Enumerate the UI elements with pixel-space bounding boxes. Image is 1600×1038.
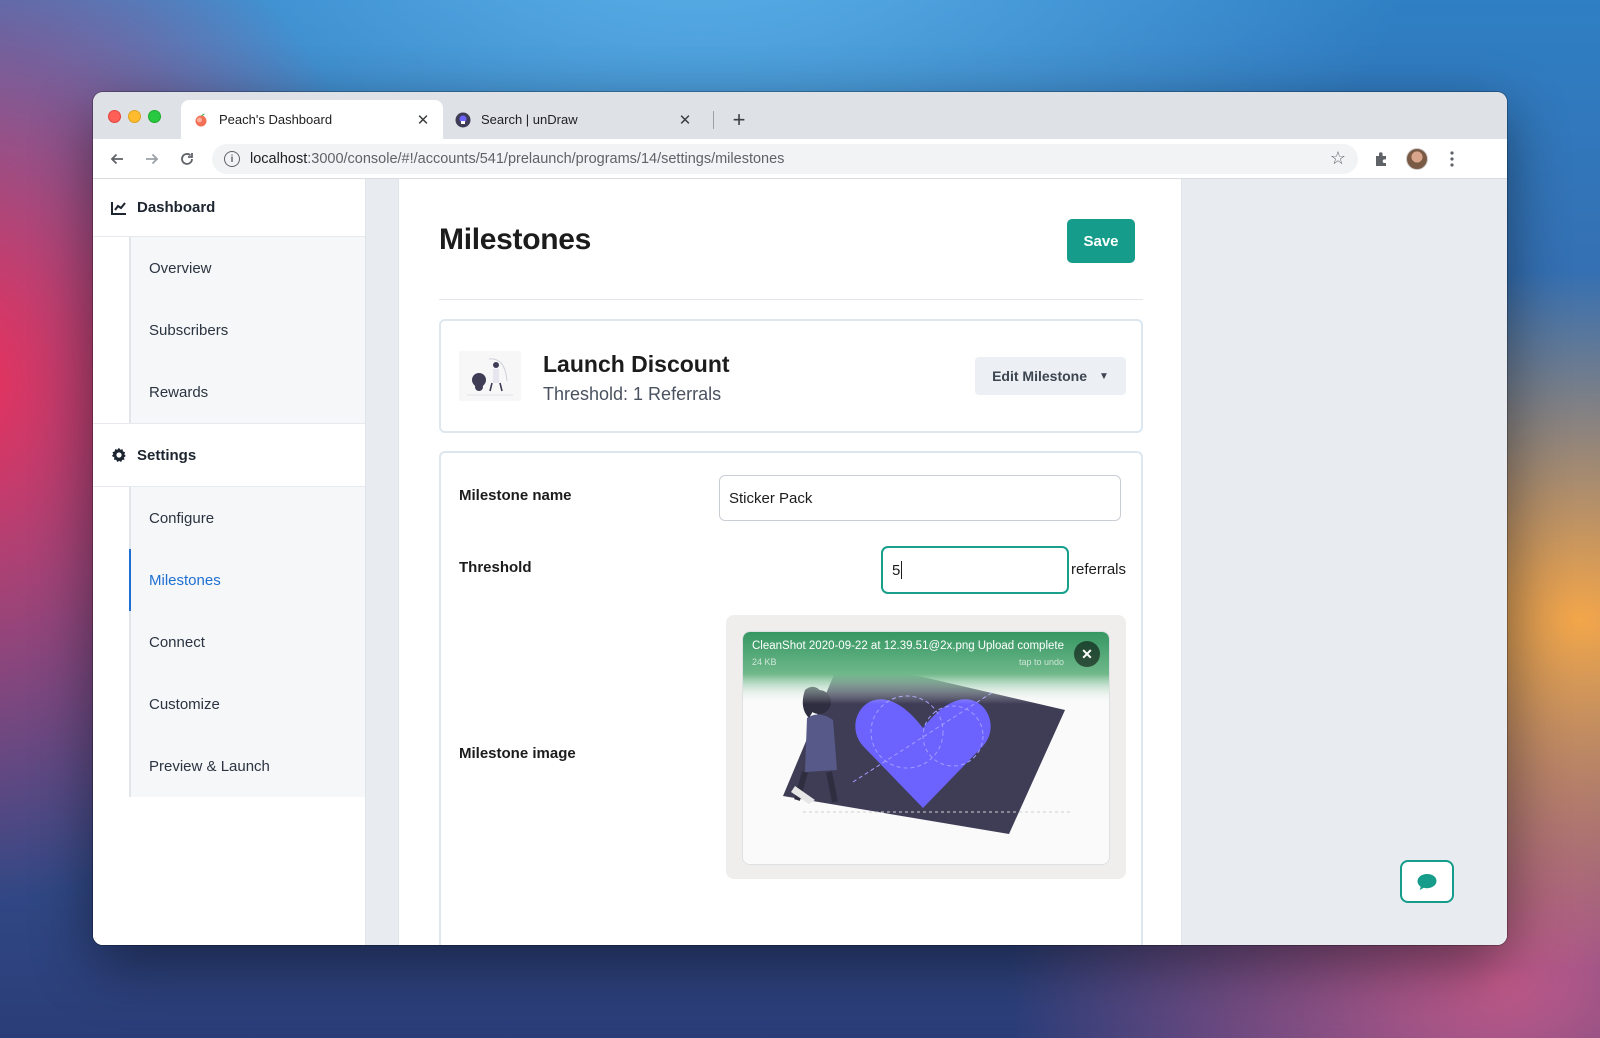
- tab-title: Search | unDraw: [481, 112, 578, 127]
- sidebar-item-label: Milestones: [149, 571, 221, 589]
- reload-button[interactable]: [175, 147, 199, 171]
- edit-milestone-button[interactable]: Edit Milestone ▼: [975, 357, 1126, 395]
- sidebar-item-overview[interactable]: Overview: [131, 237, 365, 299]
- avatar: [1406, 148, 1428, 170]
- sidebar-section-dashboard[interactable]: Dashboard: [93, 179, 365, 237]
- uploaded-file-item: CleanShot 2020-09-22 at 12.39.51@2x.png …: [742, 631, 1110, 865]
- sidebar-item-label: Overview: [149, 259, 212, 277]
- settings-submenu: Configure Milestones Connect Customize P…: [129, 487, 365, 797]
- peach-icon: [193, 112, 209, 128]
- sidebar-item-label: Configure: [149, 509, 215, 527]
- edit-milestone-label: Edit Milestone: [992, 368, 1087, 384]
- milestone-card[interactable]: Launch Discount Threshold: 1 Referrals E…: [439, 319, 1143, 433]
- upload-status: Upload complete: [977, 640, 1064, 652]
- threshold-input[interactable]: 5: [882, 547, 1068, 593]
- info-icon[interactable]: i: [224, 151, 240, 167]
- milestone-name-label: Milestone name: [459, 487, 572, 504]
- sidebar-item-label: Customize: [149, 695, 220, 713]
- sidebar-item-customize[interactable]: Customize: [131, 673, 365, 735]
- upload-filesize: 24 KB: [752, 657, 777, 667]
- milestone-name: Launch Discount: [543, 351, 730, 377]
- sidebar: Dashboard Overview Subscribers Rewards S…: [93, 179, 366, 945]
- tab-peach-dashboard[interactable]: Peach's Dashboard ✕: [181, 100, 443, 139]
- back-arrow-icon: [110, 153, 123, 165]
- app-area: Dashboard Overview Subscribers Rewards S…: [93, 179, 1507, 945]
- tab-strip: Peach's Dashboard ✕ Search | unDraw ✕ +: [93, 92, 1507, 139]
- close-tab-icon[interactable]: ✕: [677, 111, 693, 129]
- menu-button[interactable]: [1440, 147, 1464, 171]
- back-button[interactable]: [105, 147, 129, 171]
- save-button[interactable]: Save: [1067, 219, 1135, 263]
- extensions-button[interactable]: [1370, 147, 1394, 171]
- profile-button[interactable]: [1405, 147, 1429, 171]
- maximize-window-button[interactable]: [148, 110, 161, 123]
- dashboard-submenu: Overview Subscribers Rewards: [129, 237, 365, 423]
- image-upload-dropzone[interactable]: CleanShot 2020-09-22 at 12.39.51@2x.png …: [726, 615, 1126, 879]
- minimize-window-button[interactable]: [128, 110, 141, 123]
- address-bar[interactable]: i localhost:3000/console/#!/accounts/541…: [212, 144, 1358, 174]
- close-tab-icon[interactable]: ✕: [415, 111, 431, 129]
- reload-icon: [181, 153, 193, 165]
- threshold-label: Threshold: [459, 559, 532, 576]
- sidebar-item-label: Rewards: [149, 383, 209, 401]
- milestone-threshold: Threshold: 1 Referrals: [543, 384, 722, 404]
- milestone-form: Milestone name Sticker Pack Threshold 5 …: [439, 451, 1143, 945]
- forward-arrow-icon: [146, 153, 159, 165]
- remove-upload-button[interactable]: ✕: [1074, 641, 1100, 667]
- sidebar-item-milestones[interactable]: Milestones: [129, 549, 365, 611]
- sidebar-item-label: Subscribers: [149, 321, 229, 339]
- sidebar-item-connect[interactable]: Connect: [131, 611, 365, 673]
- sidebar-item-preview-launch[interactable]: Preview & Launch: [131, 735, 365, 797]
- sidebar-item-configure[interactable]: Configure: [131, 487, 365, 549]
- gear-icon: [111, 447, 129, 463]
- upload-undo-hint: tap to undo: [1018, 657, 1064, 667]
- milestone-image-label: Milestone image: [459, 745, 576, 762]
- milestone-name-value: Sticker Pack: [729, 489, 813, 507]
- browser-window: Peach's Dashboard ✕ Search | unDraw ✕ + …: [93, 92, 1507, 945]
- upload-filename: CleanShot 2020-09-22 at 12.39.51@2x.png: [752, 640, 975, 652]
- page-title: Milestones: [439, 223, 592, 256]
- chat-bubble-icon: [1417, 873, 1437, 890]
- new-tab-button[interactable]: +: [725, 106, 753, 134]
- text-cursor: [901, 561, 903, 579]
- tab-undraw[interactable]: Search | unDraw ✕: [443, 100, 705, 139]
- browser-toolbar: i localhost:3000/console/#!/accounts/541…: [93, 139, 1507, 179]
- forward-button[interactable]: [140, 147, 164, 171]
- chat-button[interactable]: [1400, 860, 1454, 903]
- sidebar-item-label: Preview & Launch: [149, 757, 270, 775]
- sidebar-section-label: Settings: [137, 446, 197, 464]
- url-path: :3000/console/#!/accounts/541/prelaunch/…: [307, 151, 785, 167]
- url-host: localhost: [250, 151, 308, 167]
- puzzle-icon: [1376, 152, 1386, 166]
- threshold-suffix: referrals: [1071, 561, 1127, 578]
- sidebar-item-label: Connect: [149, 633, 205, 651]
- sidebar-section-label: Dashboard: [137, 199, 216, 216]
- tab-title: Peach's Dashboard: [219, 112, 333, 127]
- tab-separator: [713, 111, 714, 129]
- milestones-panel: Milestones Save Launch Discount Threshol…: [398, 179, 1182, 945]
- sidebar-item-subscribers[interactable]: Subscribers: [131, 299, 365, 361]
- milestone-thumbnail: [459, 351, 521, 401]
- bookmark-star-icon[interactable]: ☆: [1330, 148, 1346, 169]
- milestone-name-input[interactable]: Sticker Pack: [719, 475, 1121, 521]
- caret-down-icon: ▼: [1099, 370, 1109, 382]
- sidebar-item-rewards[interactable]: Rewards: [131, 361, 365, 423]
- divider: [439, 299, 1143, 300]
- threshold-value: 5: [892, 561, 901, 579]
- chart-line-icon: [111, 201, 129, 215]
- sidebar-section-settings[interactable]: Settings: [93, 423, 365, 487]
- close-window-button[interactable]: [108, 110, 121, 123]
- kebab-menu-icon: [1450, 151, 1454, 167]
- undraw-icon: [455, 112, 471, 128]
